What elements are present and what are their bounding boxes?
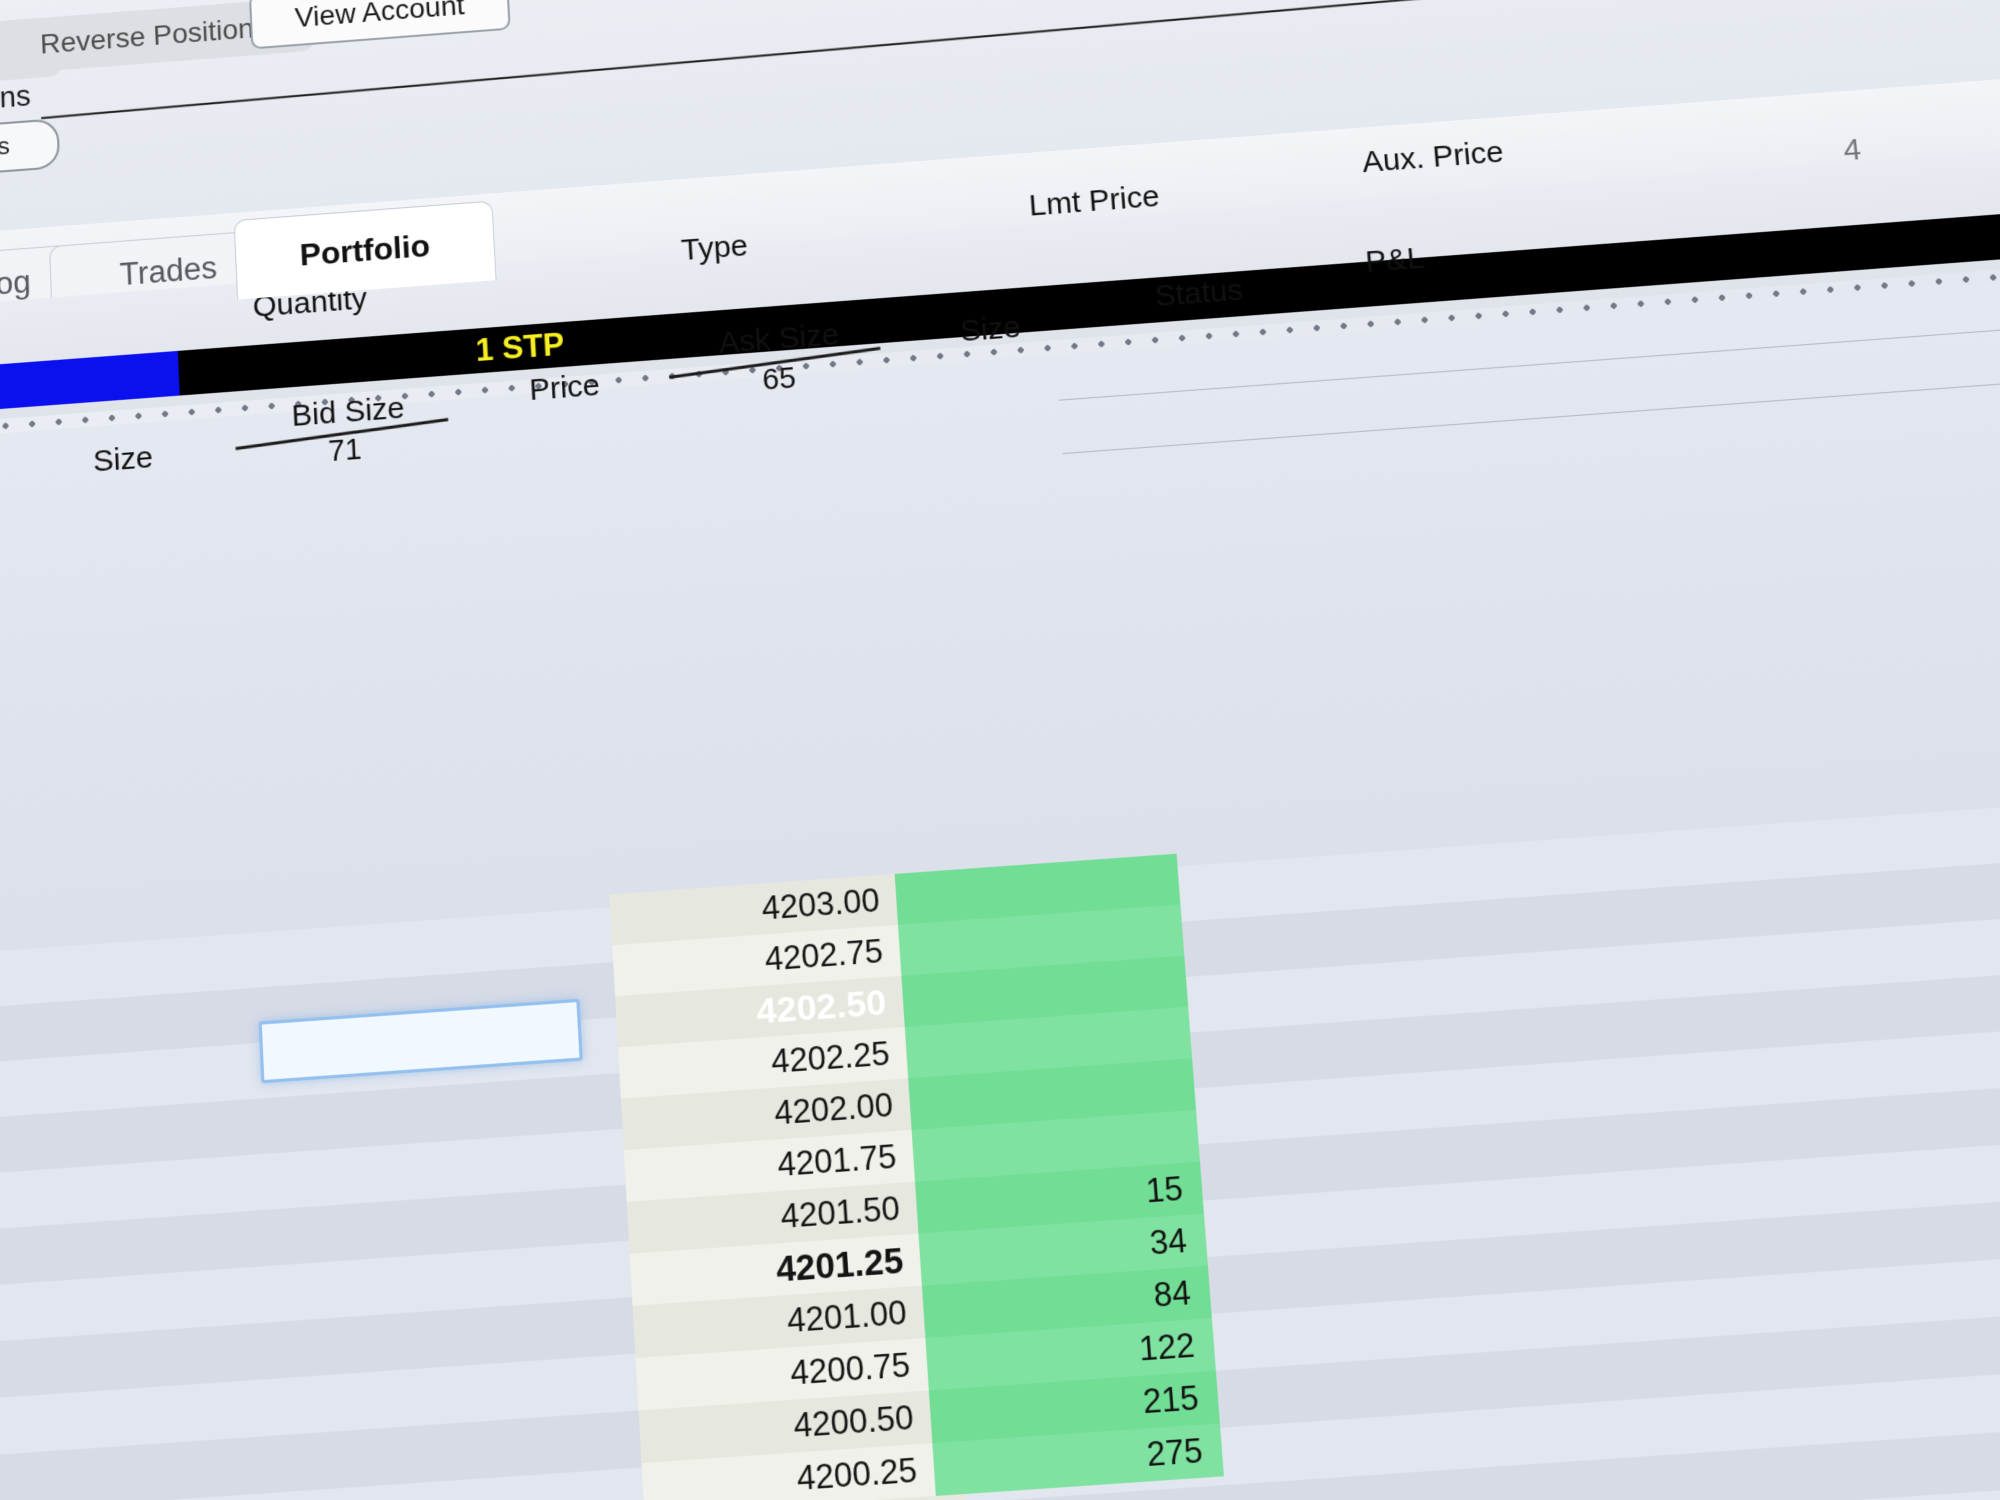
ladder-row[interactable]: 4200.75 122 [317, 1318, 1216, 1432]
ladder-row[interactable]: 4200.50 215 [319, 1370, 1220, 1485]
ladder-price[interactable]: 4202.00 [620, 1078, 912, 1151]
view-account-button[interactable]: View Account [248, 0, 511, 50]
depth-grid-line [1062, 370, 2000, 455]
ladder-ask-size[interactable]: 275 [932, 1423, 1224, 1496]
ladder-ask-size[interactable] [894, 853, 1181, 925]
ladder-price[interactable]: 4201.50 [626, 1181, 919, 1254]
orders-col-aux-price: Aux. Price [1360, 135, 1505, 180]
ladder-row[interactable]: 4201.00 84 [315, 1265, 1212, 1380]
orders-aux-price-value: 4 [1841, 132, 1863, 168]
depth-bg-row [0, 1469, 2000, 1500]
depth-bg-row [0, 1126, 2000, 1351]
ladder-bid-size[interactable] [305, 1099, 624, 1173]
reverse-position-label: Reverse Position* [39, 11, 266, 60]
ladder-ask-size[interactable] [898, 904, 1185, 976]
ladder-row[interactable]: 4202.25 [303, 1006, 1193, 1121]
ladder-price[interactable]: 4200.25 [641, 1443, 936, 1500]
ladder-price[interactable]: 4202.75 [612, 924, 902, 997]
ladder-price[interactable]: 4200.75 [635, 1337, 929, 1411]
ladder-ask-size[interactable]: 215 [928, 1370, 1220, 1444]
tab-portfolio-label: Portfolio [299, 227, 431, 273]
depth-book-panel: Status Size Bid Size 71 Price Ask Size 6… [0, 241, 2000, 1500]
depth-background-rows [0, 791, 2000, 1500]
depth-col-size-left: Size [92, 440, 154, 479]
order-quantity-type-value: 1 STP [474, 326, 566, 369]
ladder-bid-size[interactable] [300, 996, 618, 1070]
ladder-ask-size[interactable] [908, 1058, 1197, 1130]
ladder-row[interactable]: 4200.25 275 [322, 1423, 1224, 1500]
application-window: ttons e Position* Reverse Position* View… [0, 0, 2000, 1500]
bid-size-total: 71 [327, 433, 363, 469]
depth-bg-row [0, 1354, 2000, 1500]
screen-stage: ttons e Position* Reverse Position* View… [0, 0, 2000, 1500]
ladder-ask-size[interactable]: 34 [918, 1213, 1208, 1286]
depth-col-status-right: Status [1153, 273, 1245, 314]
ladder-last-trade[interactable]: 18 @ 4200.00 [644, 1493, 970, 1500]
ladder-price-selected[interactable]: 4202.50 [615, 975, 905, 1048]
ladder-bid-size[interactable] [312, 1254, 632, 1328]
ladder-row[interactable]: 4202.75 [298, 904, 1185, 1019]
ladder-price[interactable]: 4201.00 [632, 1285, 926, 1359]
depth-col-pnl: P&L [1364, 241, 1426, 280]
tab-log-label: Log [0, 263, 32, 303]
price-ladder[interactable]: 4203.00 4202.75 4202.50 4202.25 4202.00 4201.… [258, 853, 1224, 1500]
orders-col-type: Type [680, 228, 749, 268]
ladder-price[interactable]: 4202.25 [618, 1026, 909, 1099]
view-account-label: View Account [294, 0, 466, 34]
depth-col-size-right: Size [959, 310, 1022, 349]
depth-bg-row [0, 957, 2000, 1183]
depth-bg-row [0, 1239, 2000, 1464]
ladder-bid-size[interactable] [296, 894, 612, 967]
ladder-ask-size[interactable]: 84 [921, 1265, 1212, 1338]
depth-bg-row [0, 1069, 2000, 1295]
ladder-price[interactable]: 4201.75 [623, 1129, 916, 1202]
depth-bg-row [0, 1183, 2000, 1408]
depth-bg-row [0, 846, 2000, 1072]
ladder-ask-size[interactable] [911, 1109, 1200, 1182]
depth-bg-row [0, 791, 2000, 1017]
ladder-bid-size[interactable] [307, 1150, 626, 1224]
ladder-price[interactable]: 4200.50 [638, 1390, 933, 1464]
others-label: Others [0, 132, 11, 166]
others-pill-button[interactable]: Others [0, 118, 61, 182]
tab-trades-label: Trades [119, 249, 218, 293]
ladder-row[interactable]: 4201.75 [307, 1109, 1200, 1224]
ladder-bid-size[interactable] [319, 1410, 641, 1485]
ladder-row[interactable]: 4201.25 34 [312, 1213, 1208, 1328]
depth-col-price: Price [528, 368, 601, 408]
ladder-bid-size[interactable] [303, 1047, 621, 1121]
ladder-row[interactable]: 4201.50 15 [310, 1161, 1204, 1276]
ladder-bid-size[interactable] [315, 1306, 636, 1380]
depth-bg-row [0, 1297, 2000, 1500]
price-selection-outline [258, 998, 583, 1084]
ladder-bid-size[interactable] [298, 945, 615, 1018]
ladder-ask-size[interactable]: 15 [915, 1161, 1204, 1234]
ladder-price[interactable]: 4203.00 [609, 873, 899, 946]
ladder-bid-size[interactable] [317, 1358, 639, 1432]
ladder-ask-size[interactable] [901, 955, 1189, 1027]
depth-bg-row [0, 1013, 2000, 1239]
ladder-bid-size[interactable] [310, 1202, 630, 1276]
depth-bg-row [0, 1411, 2000, 1500]
ladder-bid-size[interactable] [322, 1463, 645, 1500]
ask-size-total: 65 [761, 361, 797, 397]
depth-bg-row [0, 901, 2000, 1128]
ladder-price[interactable]: 4201.25 [629, 1233, 922, 1306]
ladder-row[interactable]: 12218 @ 4200.00 [324, 1482, 1142, 1500]
ladder-ask-size[interactable] [904, 1006, 1193, 1079]
ladder-row[interactable]: 4202.00 [305, 1058, 1197, 1173]
ladder-ask-size[interactable] [936, 1476, 1228, 1500]
ladder-row[interactable]: 4203.00 [296, 853, 1181, 968]
ladder-ask-size[interactable]: 122 [925, 1318, 1216, 1391]
ladder-row[interactable]: 4202.50 [300, 955, 1189, 1070]
